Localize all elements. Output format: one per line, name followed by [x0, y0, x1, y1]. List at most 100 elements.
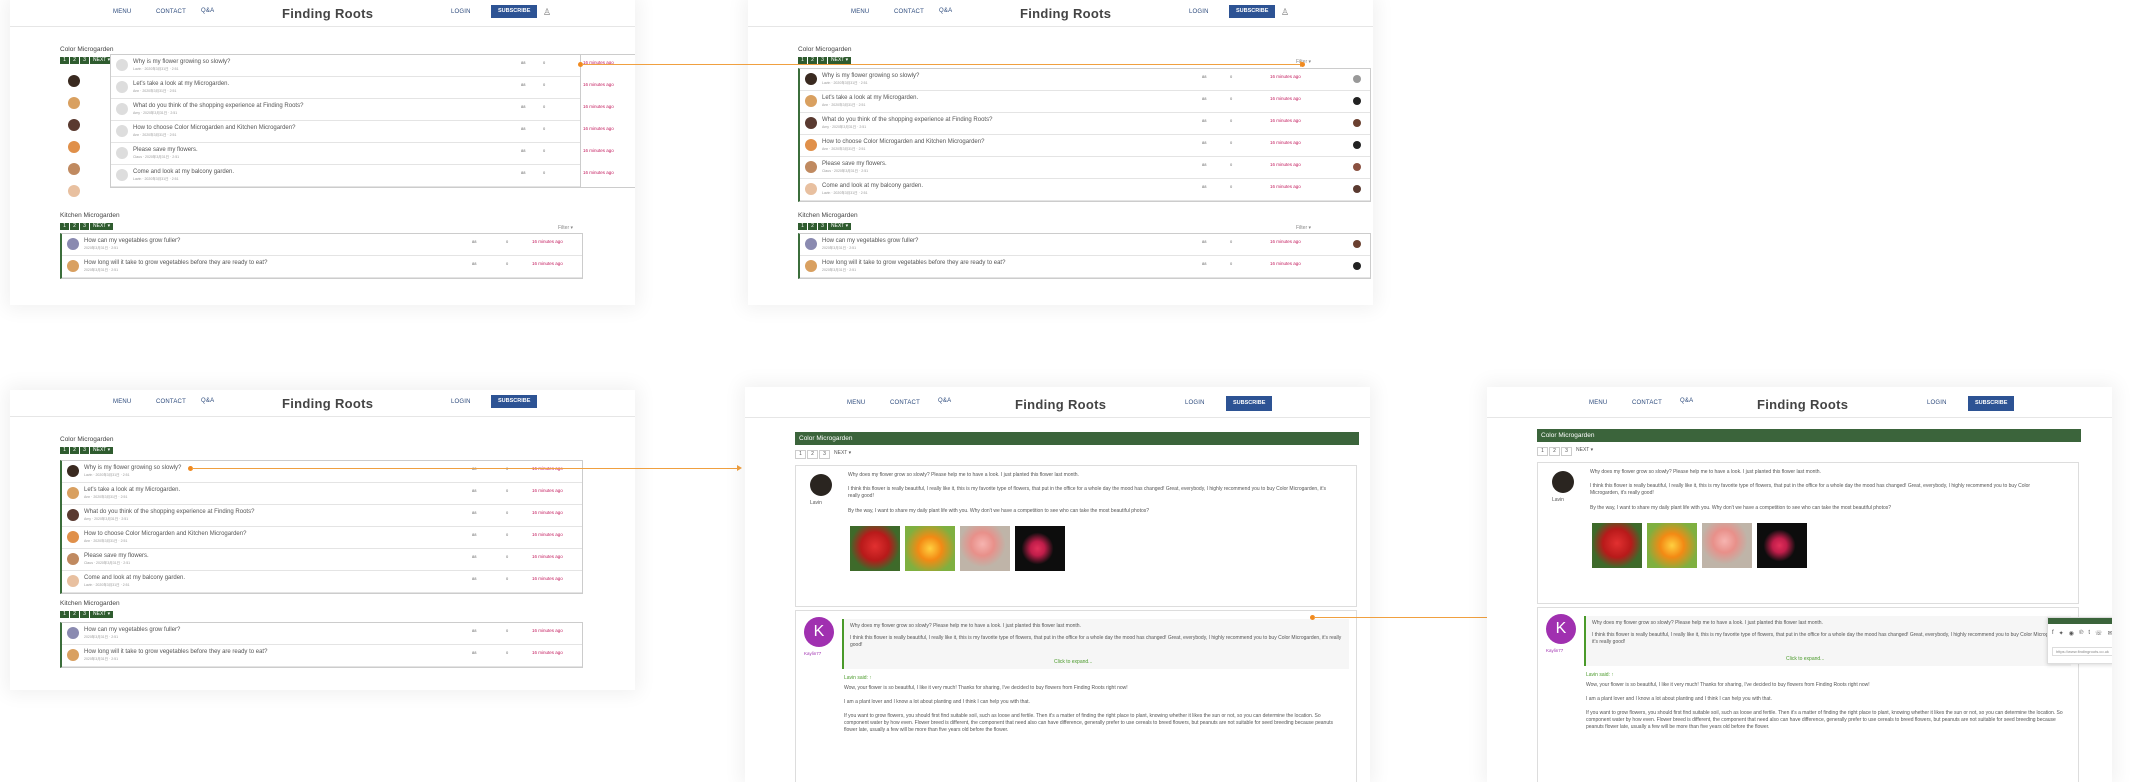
- nav-menu-link[interactable]: MENU: [847, 400, 865, 406]
- reply-author[interactable]: Kaylin77: [1546, 648, 1563, 653]
- table-row[interactable]: Come and look at my balcony garden. Lavi…: [111, 165, 581, 187]
- page-3[interactable]: 3: [80, 611, 89, 618]
- author-name[interactable]: Lavin: [810, 500, 822, 506]
- topic-title[interactable]: How long will it take to grow vegetables…: [822, 260, 1005, 266]
- page-3[interactable]: 3: [819, 450, 830, 459]
- flower-photo-red[interactable]: [1592, 523, 1642, 568]
- nav-qa-link[interactable]: Q&A: [1680, 398, 1693, 404]
- topic-title[interactable]: How can my vegetables grow fuller?: [84, 238, 180, 244]
- email-icon[interactable]: ✉: [2108, 630, 2112, 637]
- page-1[interactable]: 1: [795, 450, 806, 459]
- brand-logo[interactable]: Finding Roots: [282, 6, 373, 21]
- brand-logo[interactable]: Finding Roots: [282, 396, 373, 411]
- page-1[interactable]: 1: [60, 223, 69, 230]
- nav-contact-link[interactable]: CONTACT: [156, 9, 186, 15]
- table-row[interactable]: Why is my flower growing so slowly? Lavi…: [111, 55, 581, 77]
- page-3[interactable]: 3: [818, 57, 827, 64]
- reply-avatar[interactable]: K: [1546, 614, 1576, 644]
- page-3[interactable]: 3: [818, 223, 827, 230]
- table-row[interactable]: How can my vegetables grow fuller? 2020年…: [62, 234, 582, 256]
- user-icon[interactable]: ♙: [1281, 7, 1291, 17]
- page-3[interactable]: 3: [80, 223, 89, 230]
- table-row[interactable]: Please save my flowers. Claus · 2020年3月3…: [111, 143, 581, 165]
- table-row[interactable]: Come and look at my balcony garden. Lavi…: [800, 179, 1370, 201]
- page-1[interactable]: 1: [60, 611, 69, 618]
- table-row[interactable]: Let's take a look at my Microgarden. Ann…: [62, 483, 582, 505]
- table-row[interactable]: Come and look at my balcony garden. Lavi…: [62, 571, 582, 593]
- page-3[interactable]: 3: [1561, 447, 1572, 456]
- reply-avatar[interactable]: K: [804, 617, 834, 647]
- table-row[interactable]: What do you think of the shopping experi…: [62, 505, 582, 527]
- flower-photo-pink[interactable]: [960, 526, 1010, 571]
- nav-qa-link[interactable]: Q&A: [201, 8, 214, 14]
- nav-menu-link[interactable]: MENU: [851, 9, 869, 15]
- page-3[interactable]: 3: [80, 57, 89, 64]
- next-button[interactable]: NEXT ▾: [90, 223, 114, 230]
- next-button[interactable]: NEXT ▾: [1573, 447, 1597, 454]
- table-row[interactable]: Please save my flowers. Claus · 2020年3月3…: [62, 549, 582, 571]
- facebook-icon[interactable]: f: [2052, 630, 2054, 637]
- flower-photo-pink[interactable]: [1702, 523, 1752, 568]
- author-name[interactable]: Lavin: [1552, 497, 1564, 503]
- nav-qa-link[interactable]: Q&A: [938, 398, 951, 404]
- table-row[interactable]: How long will it take to grow vegetables…: [800, 256, 1370, 278]
- brand-logo[interactable]: Finding Roots: [1757, 397, 1848, 412]
- nav-login-link[interactable]: LOGIN: [1927, 400, 1947, 406]
- next-button[interactable]: NEXT ▾: [831, 450, 855, 457]
- next-button[interactable]: NEXT ▾: [828, 223, 852, 230]
- topic-title[interactable]: Why is my flower growing so slowly?: [133, 59, 230, 65]
- table-row[interactable]: How can my vegetables grow fuller? 2020年…: [62, 623, 582, 645]
- author-avatar[interactable]: [810, 474, 832, 496]
- topic-title[interactable]: What do you think of the shopping experi…: [133, 103, 303, 109]
- topic-title[interactable]: What do you think of the shopping experi…: [822, 117, 992, 123]
- table-row[interactable]: Please save my flowers. Claus · 2020年3月3…: [800, 157, 1370, 179]
- page-2[interactable]: 2: [70, 611, 79, 618]
- subscribe-button[interactable]: SUBSCRIBE: [491, 5, 538, 18]
- nav-menu-link[interactable]: MENU: [113, 399, 131, 405]
- page-2[interactable]: 2: [70, 57, 79, 64]
- topic-title[interactable]: How long will it take to grow vegetables…: [84, 260, 267, 266]
- nav-login-link[interactable]: LOGIN: [1185, 400, 1205, 406]
- page-2[interactable]: 2: [1549, 447, 1560, 456]
- topic-title[interactable]: Come and look at my balcony garden.: [84, 575, 185, 581]
- nav-contact-link[interactable]: CONTACT: [890, 400, 920, 406]
- flower-photo-dark[interactable]: [1015, 526, 1065, 571]
- topic-title[interactable]: Why is my flower growing so slowly?: [84, 465, 181, 471]
- nav-login-link[interactable]: LOGIN: [451, 399, 471, 405]
- page-1[interactable]: 1: [798, 223, 807, 230]
- subscribe-button[interactable]: SUBSCRIBE: [1229, 5, 1276, 18]
- user-icon[interactable]: ♙: [543, 7, 553, 17]
- nav-qa-link[interactable]: Q&A: [201, 398, 214, 404]
- table-row[interactable]: How to choose Color Microgarden and Kitc…: [111, 121, 581, 143]
- nav-contact-link[interactable]: CONTACT: [1632, 400, 1662, 406]
- nav-menu-link[interactable]: MENU: [1589, 400, 1607, 406]
- next-button[interactable]: NEXT ▾: [90, 611, 114, 618]
- flower-photo-red[interactable]: [850, 526, 900, 571]
- page-1[interactable]: 1: [1537, 447, 1548, 456]
- page-2[interactable]: 2: [70, 223, 79, 230]
- flower-photo-dark[interactable]: [1757, 523, 1807, 568]
- page-3[interactable]: 3: [80, 447, 89, 454]
- page-1[interactable]: 1: [60, 57, 69, 64]
- topic-title[interactable]: Why is my flower growing so slowly?: [822, 73, 919, 79]
- nav-menu-link[interactable]: MENU: [113, 9, 131, 15]
- share-url[interactable]: https://www.findingroots.co.uk: [2052, 647, 2112, 656]
- table-row[interactable]: Let's take a look at my Microgarden. Ann…: [800, 91, 1370, 113]
- nav-login-link[interactable]: LOGIN: [451, 9, 471, 15]
- subscribe-button[interactable]: SUBSCRIBE: [491, 395, 538, 408]
- page-1[interactable]: 1: [60, 447, 69, 454]
- next-button[interactable]: NEXT ▾: [90, 447, 114, 454]
- subscribe-button[interactable]: SUBSCRIBE: [1226, 396, 1273, 411]
- table-row[interactable]: Why is my flower growing so slowly? Lavi…: [800, 69, 1370, 91]
- topic-title[interactable]: Please save my flowers.: [84, 553, 149, 559]
- topic-title[interactable]: How can my vegetables grow fuller?: [822, 238, 918, 244]
- flower-photo-orange[interactable]: [905, 526, 955, 571]
- topic-title[interactable]: How to choose Color Microgarden and Kitc…: [84, 531, 246, 537]
- quote-attribution[interactable]: Lavin said: ↑: [844, 675, 872, 681]
- topic-title[interactable]: Please save my flowers.: [822, 161, 887, 167]
- topic-title[interactable]: How long will it take to grow vegetables…: [84, 649, 267, 655]
- table-row[interactable]: How long will it take to grow vegetables…: [62, 256, 582, 278]
- click-to-expand[interactable]: Click to expand...: [1786, 656, 1824, 662]
- table-row[interactable]: What do you think of the shopping experi…: [800, 113, 1370, 135]
- table-row[interactable]: How to choose Color Microgarden and Kitc…: [800, 135, 1370, 157]
